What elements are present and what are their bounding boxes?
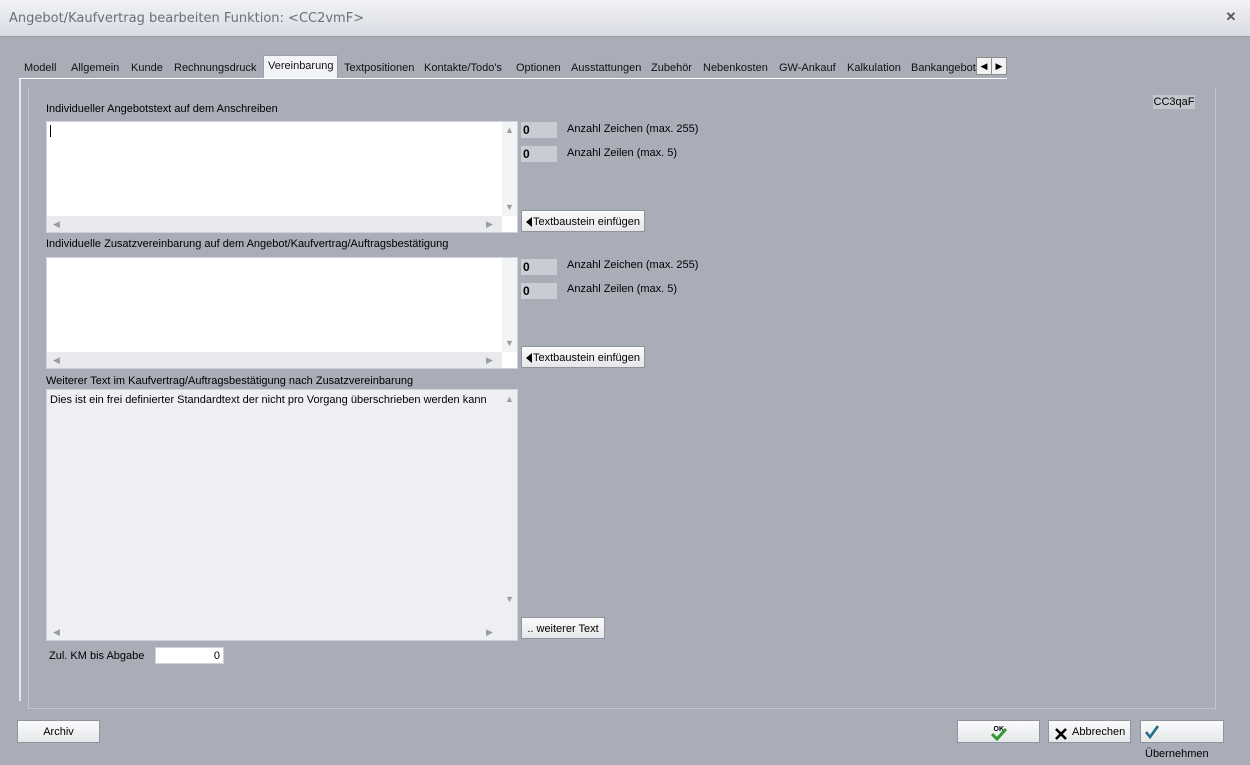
cancel-label: Abbrechen xyxy=(1072,726,1126,738)
tab-rechnungsdruck[interactable]: Rechnungsdruck xyxy=(170,58,261,78)
function-code-badge: CC3qaF xyxy=(1153,95,1195,109)
apply-label: Übernehmen xyxy=(1145,748,1209,760)
insert-textbaustein-label-1: Textbaustein einfügen xyxy=(532,216,641,228)
arrow-left-icon xyxy=(525,353,532,364)
vertical-scrollbar[interactable]: ▼ xyxy=(502,258,517,352)
lines-label-2: Anzahl Zeilen (max. 5) xyxy=(567,283,678,295)
scroll-left-icon[interactable]: ◀ xyxy=(53,355,60,366)
archive-button[interactable]: Archiv xyxy=(17,720,100,743)
scroll-left-icon[interactable]: ◀ xyxy=(53,627,60,638)
tab-bankangebot[interactable]: Bankangebot xyxy=(907,58,979,78)
tab-scroll-left-icon[interactable]: ◀ xyxy=(976,57,992,75)
horizontal-scrollbar[interactable]: ◀ ▶ xyxy=(47,624,502,640)
cancel-button[interactable]: Abbrechen xyxy=(1048,720,1131,743)
tab-scroll-right-icon[interactable]: ▶ xyxy=(991,57,1007,75)
arrow-left-icon xyxy=(525,217,532,228)
insert-textbaustein-button-1[interactable]: Textbaustein einfügen xyxy=(521,210,645,232)
lines-count-2: 0 xyxy=(521,283,557,299)
scroll-right-icon[interactable]: ▶ xyxy=(486,355,493,366)
scroll-up-icon[interactable]: ▲ xyxy=(505,125,514,135)
scroll-down-icon[interactable]: ▼ xyxy=(505,594,514,604)
chars-label-1: Anzahl Zeichen (max. 255) xyxy=(567,123,699,135)
cancel-x-icon xyxy=(1055,726,1067,741)
tab-vereinbarung[interactable]: Vereinbarung xyxy=(263,55,339,79)
km-label: Zul. KM bis Abgabe xyxy=(49,650,145,662)
tab-optionen[interactable]: Optionen xyxy=(512,58,565,78)
weiterer-text-label: Weiterer Text im Kaufvertrag/Auftragsbes… xyxy=(46,375,414,387)
weiterer-text-textarea[interactable]: Dies ist ein frei definierter Standardte… xyxy=(46,389,518,641)
tab-nebenkosten[interactable]: Nebenkosten xyxy=(699,58,772,78)
tab-textpositionen[interactable]: Textpositionen xyxy=(340,58,418,78)
text-cursor xyxy=(50,125,51,137)
horizontal-scrollbar[interactable]: ◀ ▶ xyxy=(47,352,502,368)
tab-frame-edge xyxy=(19,79,21,701)
insert-textbaustein-label-2: Textbaustein einfügen xyxy=(532,352,641,364)
zusatzvereinbarung-label: Individuelle Zusatzvereinbarung auf dem … xyxy=(46,238,449,250)
tab-gw-ankauf[interactable]: GW-Ankauf xyxy=(775,58,840,78)
window-title: Angebot/Kaufvertrag bearbeiten Funktion:… xyxy=(9,11,365,26)
tab-strip-line xyxy=(19,78,1007,79)
chars-count-1: 0 xyxy=(521,122,557,138)
scroll-up-icon[interactable]: ▲ xyxy=(505,394,514,404)
insert-textbaustein-button-2[interactable]: Textbaustein einfügen xyxy=(521,346,645,368)
horizontal-scrollbar[interactable]: ◀ ▶ xyxy=(47,216,502,232)
tab-kontakte-todos[interactable]: Kontakte/Todo's xyxy=(420,58,506,78)
km-input[interactable]: 0 xyxy=(155,647,224,664)
ok-check-icon: OK xyxy=(990,725,1007,741)
weiterer-text-button[interactable]: .. weiterer Text xyxy=(521,617,605,639)
apply-button[interactable]: Übernehmen xyxy=(1140,720,1224,760)
zusatzvereinbarung-textarea[interactable]: ▼ ◀ ▶ xyxy=(46,257,518,369)
lines-count-1: 0 xyxy=(521,146,557,162)
tab-kunde[interactable]: Kunde xyxy=(127,58,167,78)
lines-label-1: Anzahl Zeilen (max. 5) xyxy=(567,147,678,159)
vertical-scrollbar[interactable]: ▲ ▼ xyxy=(502,390,517,624)
tab-ausstattungen[interactable]: Ausstattungen xyxy=(567,58,645,78)
tab-modell[interactable]: Modell xyxy=(20,58,60,78)
close-icon[interactable]: ✕ xyxy=(1222,8,1240,26)
vertical-scrollbar[interactable]: ▲ ▼ xyxy=(502,122,517,216)
angebotstext-textarea[interactable]: ▲ ▼ ◀ ▶ xyxy=(46,121,518,233)
apply-check-icon xyxy=(1144,725,1160,740)
scroll-down-icon[interactable]: ▼ xyxy=(505,202,514,212)
tab-allgemein[interactable]: Allgemein xyxy=(67,58,123,78)
ok-button[interactable]: OK xyxy=(957,720,1040,743)
angebotstext-label: Individueller Angebotstext auf dem Ansch… xyxy=(46,103,278,115)
weiterer-text-content: Dies ist ein frei definierter Standardte… xyxy=(50,394,487,406)
scroll-right-icon[interactable]: ▶ xyxy=(486,219,493,230)
scroll-left-icon[interactable]: ◀ xyxy=(53,219,60,230)
chars-count-2: 0 xyxy=(521,259,557,275)
scroll-right-icon[interactable]: ▶ xyxy=(486,627,493,638)
chars-label-2: Anzahl Zeichen (max. 255) xyxy=(567,259,699,271)
tab-zubehoer[interactable]: Zubehör xyxy=(647,58,696,78)
scroll-down-icon[interactable]: ▼ xyxy=(505,338,514,348)
tab-kalkulation[interactable]: Kalkulation xyxy=(843,58,905,78)
